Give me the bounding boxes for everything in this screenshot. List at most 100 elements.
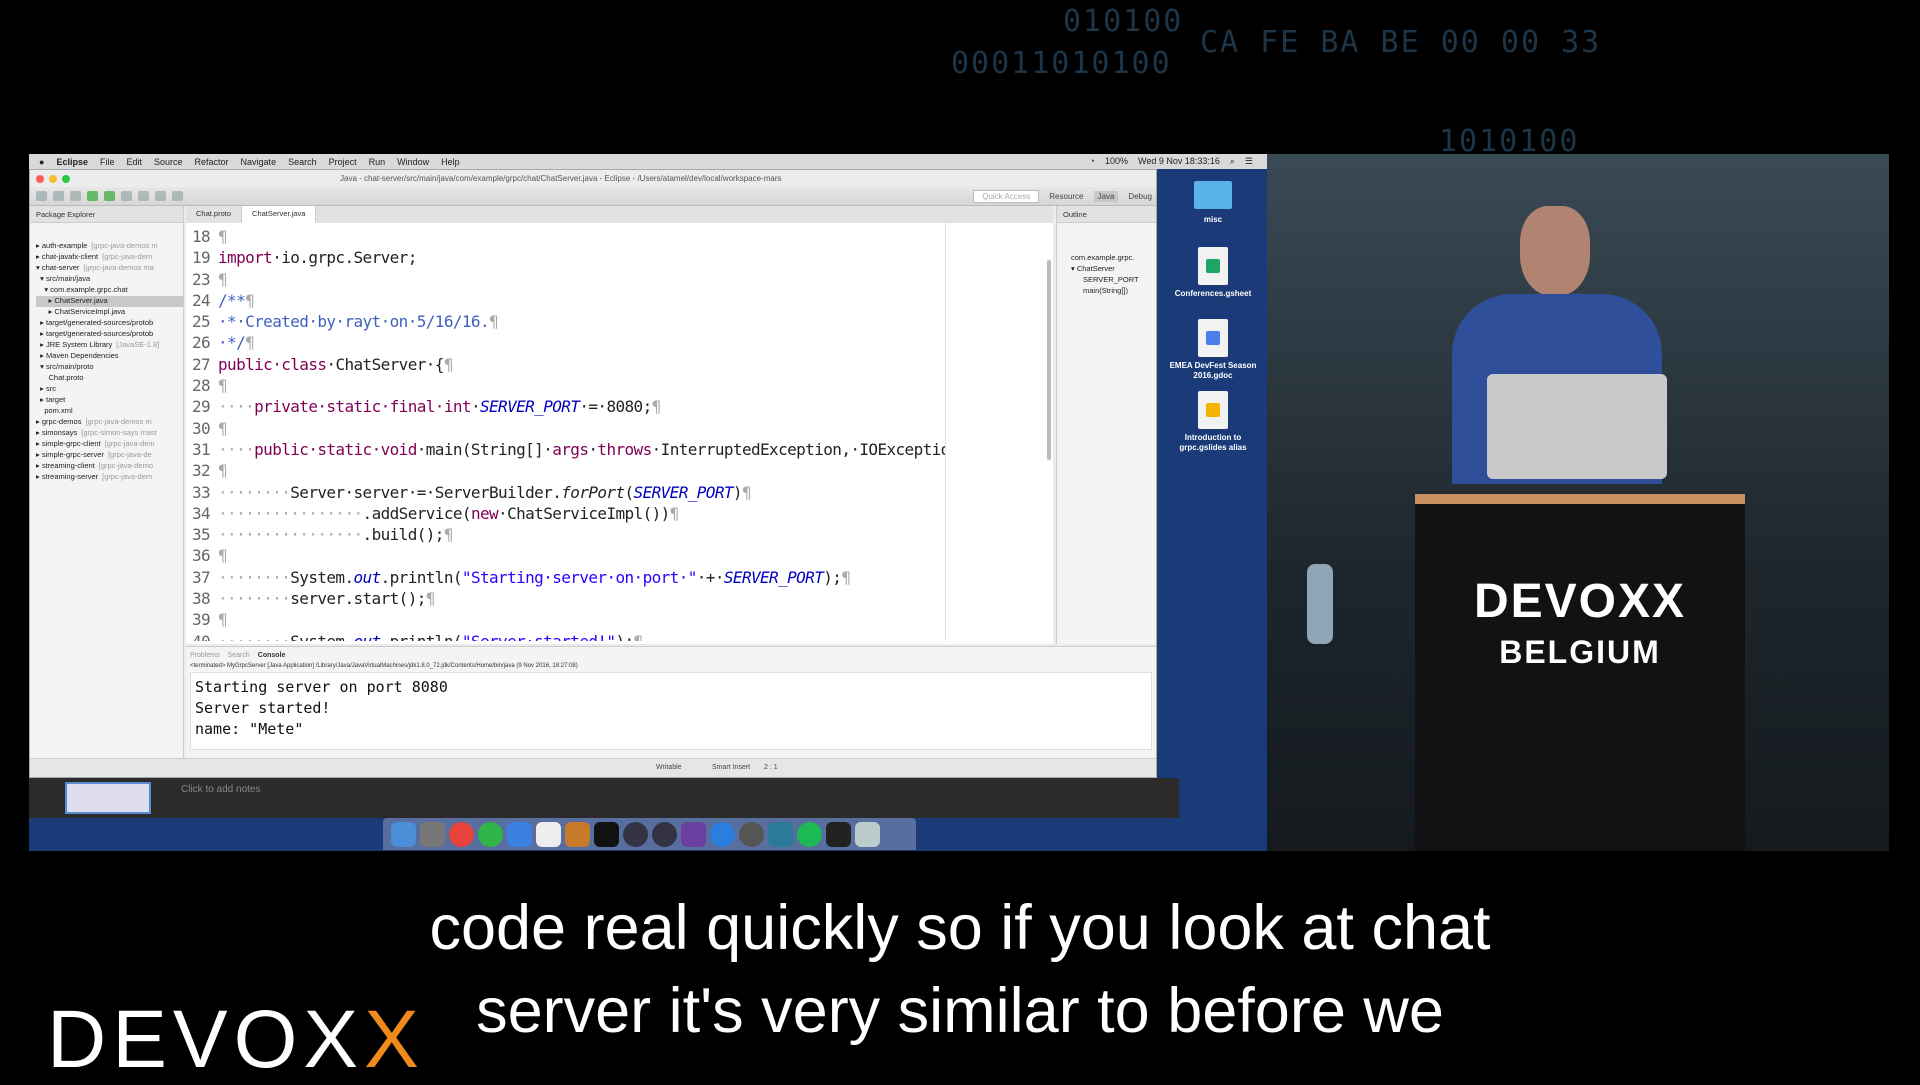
next-annotation-icon[interactable] <box>155 191 166 201</box>
package-explorer-item[interactable]: ▾ src/main/java <box>36 274 183 285</box>
package-explorer-item[interactable]: ▸ JRE System Library [JavaSE-1.8] <box>36 340 183 351</box>
code-line[interactable]: 33 ········Server·server·=·ServerBuilder.… <box>192 483 945 504</box>
back-icon[interactable] <box>172 191 183 201</box>
package-explorer-item[interactable]: ▸ target <box>36 395 183 406</box>
package-explorer-item[interactable]: ▾ chat-server [grpc-java-demos ma <box>36 263 183 274</box>
desktop-icon-sheet[interactable]: Conferences.gsheet <box>1163 247 1263 299</box>
code-line[interactable]: 24 /**¶ <box>192 291 945 312</box>
zoom-button[interactable] <box>62 174 70 183</box>
tab-search[interactable]: Search <box>228 652 250 659</box>
package-explorer-item[interactable]: ▸ simple-grpc-client [grpc-java-dem <box>36 439 183 450</box>
code-line[interactable]: 38 ········server.start();¶ <box>192 589 945 610</box>
run-icon[interactable] <box>87 191 98 201</box>
package-explorer-item[interactable]: ▸ simonsays [grpc-simon-says mast <box>36 428 183 439</box>
code-line[interactable]: 32 ¶ <box>192 461 945 482</box>
menu-navigate[interactable]: Navigate <box>241 157 277 167</box>
tab-problems[interactable]: Problems <box>190 652 220 659</box>
perspective-resource[interactable]: Resource <box>1045 191 1087 202</box>
package-explorer-item[interactable]: ▸ simple-grpc-server [grpc-java-de <box>36 450 183 461</box>
package-explorer-item[interactable]: ▸ Maven Dependencies <box>36 351 183 362</box>
close-button[interactable] <box>36 174 44 183</box>
chrome-icon[interactable] <box>449 821 474 847</box>
menu-file[interactable]: File <box>100 157 115 167</box>
terminal-icon[interactable] <box>594 821 619 847</box>
messenger-icon[interactable] <box>507 821 532 847</box>
open-type-icon[interactable] <box>121 191 132 201</box>
new-icon[interactable] <box>36 191 47 201</box>
tab-chatserver-java[interactable]: ChatServer.java <box>242 206 317 223</box>
launchpad-icon[interactable] <box>420 821 445 847</box>
app-menu[interactable]: Eclipse <box>56 157 88 167</box>
outline-item[interactable]: com.example.grpc. <box>1071 253 1156 264</box>
package-explorer-item[interactable]: ▸ target/generated-sources/protob <box>36 318 183 329</box>
code-line[interactable]: 23 ¶ <box>192 270 945 291</box>
package-explorer-item[interactable]: ▸ auth-example [grpc-java-demos m <box>36 241 183 252</box>
code-line[interactable]: 27 public·class·ChatServer·{¶ <box>192 355 945 376</box>
tab-chat-proto[interactable]: Chat.proto <box>186 206 243 223</box>
package-explorer-item[interactable]: ▸ streaming-client [grpc-java-demo <box>36 461 183 472</box>
code-line[interactable]: 28 ¶ <box>192 376 945 397</box>
package-explorer-item[interactable]: Chat.proto <box>36 373 183 384</box>
app-icon[interactable] <box>739 821 764 847</box>
security-icon[interactable] <box>768 821 793 847</box>
menu-help[interactable]: Help <box>441 157 460 167</box>
desktop-icon-misc[interactable]: misc <box>1163 181 1263 225</box>
apple-icon[interactable]: ● <box>39 157 44 167</box>
calendar-icon[interactable] <box>536 821 561 847</box>
menu-search[interactable]: Search <box>288 157 317 167</box>
code-line[interactable]: 40········System.out.println("Server·sta… <box>192 632 945 641</box>
desktop-icon-doc[interactable]: EMEA DevFest Season 2016.gdoc <box>1163 319 1263 381</box>
perspective-java[interactable]: Java <box>1093 190 1119 202</box>
tab-console[interactable]: Console <box>258 652 286 659</box>
app-store-icon[interactable] <box>710 821 735 847</box>
debug-icon[interactable] <box>70 191 81 201</box>
spotlight-icon[interactable]: ⌕ <box>1230 156 1235 167</box>
finder-icon[interactable] <box>391 821 416 847</box>
code-line[interactable]: 25 ·*·Created·by·rayt·on·5/16/16.¶ <box>192 312 945 333</box>
code-line[interactable]: 36 ¶ <box>192 546 945 567</box>
editor-scrollbar[interactable] <box>1047 260 1051 460</box>
code-line[interactable]: 29 ····private·static·final·int·SERVER_PO… <box>192 397 945 418</box>
menu-source[interactable]: Source <box>154 157 183 167</box>
package-explorer-item[interactable]: pom.xml <box>36 406 183 417</box>
new-class-icon[interactable] <box>104 191 115 201</box>
outline-tab[interactable]: Outline <box>1063 210 1087 219</box>
outline-item[interactable]: main(String[]) <box>1071 286 1156 297</box>
save-icon[interactable] <box>53 191 64 201</box>
menu-project[interactable]: Project <box>329 157 357 167</box>
menu-window[interactable]: Window <box>397 157 429 167</box>
quick-access-input[interactable]: Quick Access <box>973 189 1040 203</box>
console-output[interactable]: Starting server on port 8080 Server star… <box>190 672 1152 750</box>
slides-notes-area[interactable]: Click to add notes <box>29 778 1179 818</box>
menu-edit[interactable]: Edit <box>126 157 142 167</box>
spotify-icon[interactable] <box>797 821 822 847</box>
package-explorer-tab[interactable]: Package Explorer <box>36 210 95 219</box>
notes-placeholder[interactable]: Click to add notes <box>181 784 261 795</box>
outline-item[interactable]: ▾ ChatServer <box>1071 264 1156 275</box>
package-explorer-item[interactable]: ▸ grpc-demos [grpc-java-demos m <box>36 417 183 428</box>
package-explorer-item[interactable]: ▾ com.example.grpc.chat <box>36 285 183 296</box>
code-line[interactable]: 39 ¶ <box>192 610 945 631</box>
code-line[interactable]: 19 import·io.grpc.Server; <box>192 248 945 269</box>
battery-status[interactable]: 100% <box>1105 156 1128 167</box>
minimize-button[interactable] <box>49 174 57 183</box>
package-explorer-item[interactable]: ▸ ChatServiceImpl.java <box>36 307 183 318</box>
code-line[interactable]: 30 ¶ <box>192 419 945 440</box>
code-line[interactable]: 35 ················.build();¶ <box>192 525 945 546</box>
search-icon[interactable] <box>138 191 149 201</box>
whatsapp-icon[interactable] <box>478 821 503 847</box>
package-explorer-item[interactable]: ▸ chat-javafx-client [grpc-java-dem <box>36 252 183 263</box>
package-explorer-item[interactable]: ▸ ChatServer.java <box>36 296 183 307</box>
activity-monitor-icon[interactable] <box>826 821 851 847</box>
package-explorer-item[interactable]: ▸ streaming-server [grpc-java-dem <box>36 472 183 483</box>
eclipse-icon[interactable] <box>652 821 677 847</box>
slide-thumbnail[interactable] <box>65 782 151 814</box>
outline-item[interactable]: SERVER_PORT <box>1071 275 1156 286</box>
code-line[interactable]: 37 ········System.out.println("Starting·s… <box>192 568 945 589</box>
code-line[interactable]: 34 ················.addService(new·ChatSe… <box>192 504 945 525</box>
clock[interactable]: Wed 9 Nov 18:33:16 <box>1138 156 1220 167</box>
perspective-debug[interactable]: Debug <box>1124 191 1156 202</box>
package-explorer-item[interactable]: ▸ src <box>36 384 183 395</box>
menu-run[interactable]: Run <box>369 157 386 167</box>
code-editor[interactable]: Chat.proto ChatServer.java 18 ¶ 19 import·i… <box>186 206 1053 644</box>
